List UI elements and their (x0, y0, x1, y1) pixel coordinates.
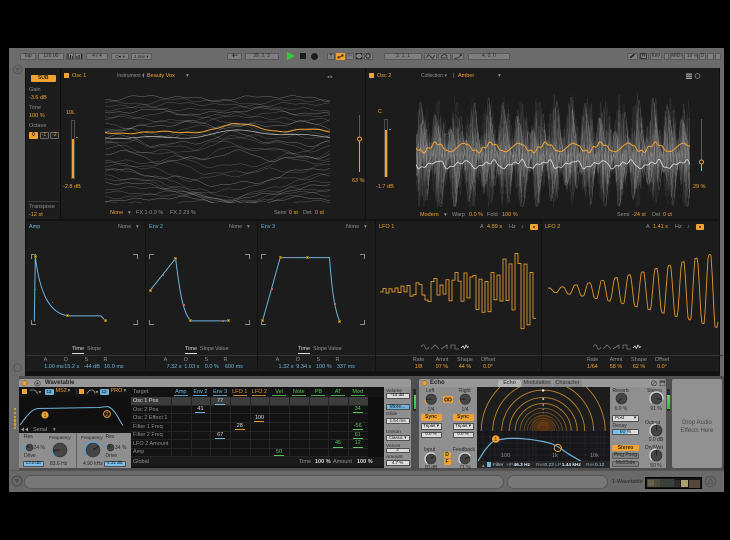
svg-text:2: 2 (106, 412, 109, 418)
svg-text:1: 1 (494, 437, 497, 443)
svg-text:1: 1 (44, 413, 47, 419)
